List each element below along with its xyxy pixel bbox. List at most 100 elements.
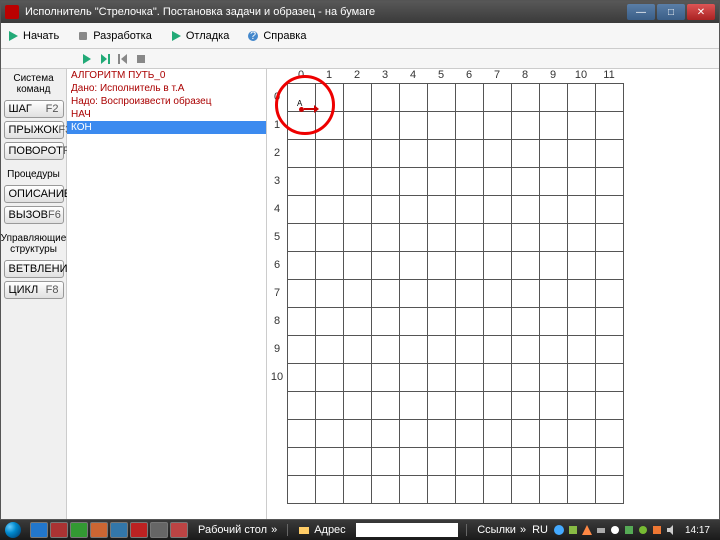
grid-cell[interactable] [372,224,400,252]
grid-cell[interactable] [540,168,568,196]
grid-canvas[interactable]: 01234567891011 012345678910 A [267,69,719,519]
grid-cell[interactable] [568,196,596,224]
grid-cell[interactable] [288,336,316,364]
tray-icon[interactable] [637,524,649,536]
tray-icon[interactable] [581,524,593,536]
grid-cell[interactable] [428,280,456,308]
grid-cell[interactable] [288,392,316,420]
grid-cell[interactable] [540,280,568,308]
play-small-icon[interactable] [81,53,93,65]
grid-cell[interactable] [400,224,428,252]
grid-cell[interactable] [428,196,456,224]
grid-cell[interactable] [428,252,456,280]
grid-cell[interactable] [428,140,456,168]
grid-cell[interactable] [288,252,316,280]
grid-cell[interactable] [316,224,344,252]
grid-cell[interactable] [456,336,484,364]
grid-cell[interactable] [484,168,512,196]
grid-cell[interactable] [316,112,344,140]
grid-cell[interactable] [596,196,624,224]
grid-cell[interactable] [400,140,428,168]
grid-cell[interactable] [372,196,400,224]
grid-cell[interactable] [456,252,484,280]
turn-command-button[interactable]: ПОВОРОТF4 [4,142,64,160]
grid-cell[interactable] [428,392,456,420]
desktop-toolbar[interactable]: Рабочий стол» [192,524,283,536]
grid-cell[interactable] [596,476,624,504]
task-icon[interactable] [110,522,128,538]
grid-cell[interactable] [344,392,372,420]
grid-cell[interactable] [288,196,316,224]
grid-cell[interactable] [428,112,456,140]
links-toolbar[interactable]: Ссылки» [471,524,532,536]
grid-cell[interactable] [428,476,456,504]
grid-cell[interactable] [372,420,400,448]
grid-cell[interactable] [428,168,456,196]
grid-cell[interactable] [316,196,344,224]
grid-cell[interactable] [344,308,372,336]
grid-cell[interactable] [456,140,484,168]
stop-icon[interactable] [135,53,147,65]
grid-cell[interactable] [372,112,400,140]
grid-cell[interactable] [512,420,540,448]
grid-cell[interactable] [484,196,512,224]
task-icon[interactable] [30,522,48,538]
grid-cell[interactable] [400,364,428,392]
grid-cell[interactable] [540,308,568,336]
grid-cell[interactable] [372,252,400,280]
grid-cell[interactable] [344,476,372,504]
grid-cell[interactable] [568,308,596,336]
grid-cell[interactable] [568,224,596,252]
grid-cell[interactable] [400,84,428,112]
grid-cell[interactable] [400,420,428,448]
grid-cell[interactable] [484,364,512,392]
grid-cell[interactable] [288,112,316,140]
grid-cell[interactable] [344,140,372,168]
grid-cell[interactable] [288,364,316,392]
grid-cell[interactable] [596,168,624,196]
grid-cell[interactable] [540,140,568,168]
grid-cell[interactable] [344,448,372,476]
grid-cell[interactable] [400,196,428,224]
grid-cell[interactable] [456,196,484,224]
grid-cell[interactable] [512,476,540,504]
task-icon[interactable] [70,522,88,538]
grid-cell[interactable] [372,280,400,308]
grid-cell[interactable] [540,224,568,252]
grid-cell[interactable] [596,280,624,308]
grid-cell[interactable] [288,420,316,448]
grid-cell[interactable] [568,448,596,476]
task-icon[interactable] [50,522,68,538]
jump-command-button[interactable]: ПРЫЖОКF3 [4,121,64,139]
grid-cell[interactable] [512,392,540,420]
grid-cell[interactable] [428,364,456,392]
grid-cell[interactable] [540,196,568,224]
tray-icon[interactable] [623,524,635,536]
grid-cell[interactable] [568,168,596,196]
grid-cell[interactable] [344,196,372,224]
grid-cell[interactable] [540,112,568,140]
grid-cell[interactable] [540,84,568,112]
grid-cell[interactable] [512,336,540,364]
grid-cell[interactable] [456,280,484,308]
grid-cell[interactable] [288,476,316,504]
dev-button[interactable]: Разработка [77,30,152,42]
grid-cell[interactable] [372,476,400,504]
grid-cell[interactable] [316,364,344,392]
task-icon[interactable] [90,522,108,538]
grid-cell[interactable] [400,252,428,280]
grid-cell[interactable] [596,392,624,420]
debug-button[interactable]: Отладка [170,30,229,42]
grid-cell[interactable] [568,476,596,504]
tray-icon[interactable] [567,524,579,536]
grid-cell[interactable] [400,308,428,336]
grid-cell[interactable] [568,84,596,112]
grid-cell[interactable] [372,140,400,168]
grid-cell[interactable] [428,420,456,448]
grid-cell[interactable] [512,112,540,140]
grid-cell[interactable] [512,252,540,280]
grid-cell[interactable] [568,280,596,308]
grid-cell[interactable] [484,336,512,364]
grid-cell[interactable] [428,308,456,336]
minimize-button[interactable]: — [627,4,655,20]
